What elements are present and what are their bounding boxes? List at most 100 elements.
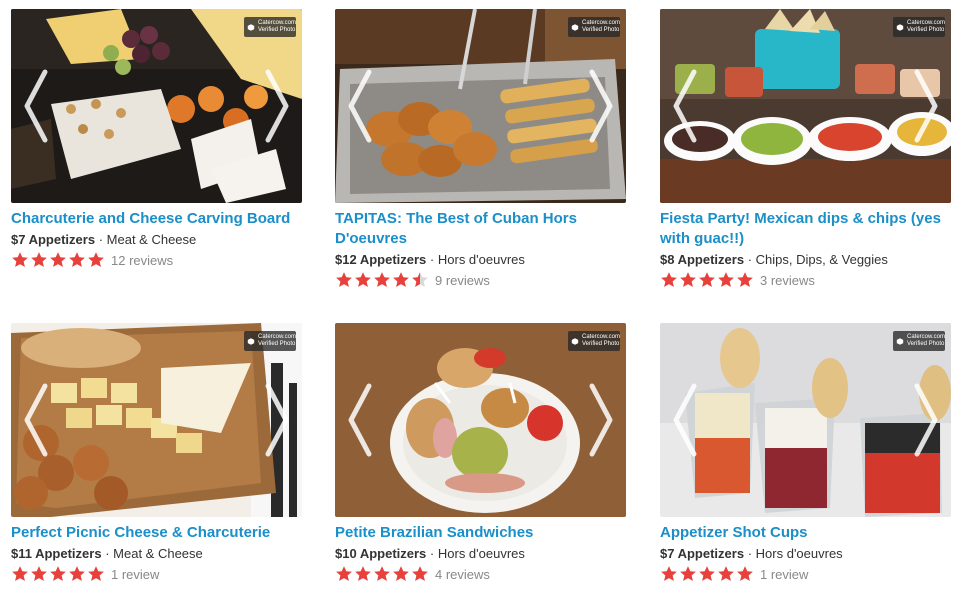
mini-sandwiches-photo[interactable]: Catercow.com Verified Photo xyxy=(335,323,626,517)
star-full-icon xyxy=(69,566,85,581)
carousel-prev-button[interactable] xyxy=(666,66,706,146)
chevron-right-icon xyxy=(914,383,938,457)
review-count-link[interactable]: 4 reviews xyxy=(435,567,490,582)
star-full-icon xyxy=(680,272,696,287)
verified-photo-badge: Catercow.com Verified Photo xyxy=(244,331,296,351)
catercow-logo-icon xyxy=(571,23,579,31)
star-rating xyxy=(335,565,429,583)
review-count-link[interactable]: 3 reviews xyxy=(760,273,815,288)
star-full-icon xyxy=(393,272,409,287)
star-rating xyxy=(660,565,754,583)
listing-title-link[interactable]: TAPITAS: The Best of Cuban Hors D'oeuvres xyxy=(335,209,627,249)
star-half-icon xyxy=(412,272,428,287)
badge-line1: Catercow.com xyxy=(906,20,945,26)
title-line1: Charcuterie and Cheese Carving Board xyxy=(11,210,291,227)
listing-card[interactable]: Catercow.com Verified Photo Charcuterie a… xyxy=(11,9,303,270)
title-line1: Petite Brazilian Sandwiches xyxy=(335,524,534,541)
chevron-left-icon xyxy=(348,69,372,143)
carousel-next-button[interactable] xyxy=(580,66,620,146)
title-line1: Fiesta Party! Mexican dips & chips (yes xyxy=(660,210,941,227)
cheese-board-photo[interactable]: Catercow.com Verified Photo xyxy=(11,9,302,203)
star-full-icon xyxy=(31,252,47,267)
star-full-icon xyxy=(680,566,696,581)
listing-meta: $7 Appetizers · Meat & Cheese xyxy=(11,230,303,249)
listing-category: Hors d'oeuvres xyxy=(437,252,525,267)
listing-price: $7 Appetizers xyxy=(11,232,96,247)
listing-card[interactable]: Catercow.com Verified Photo Perfect Picni… xyxy=(11,323,303,584)
dips-and-chips-photo[interactable]: Catercow.com Verified Photo xyxy=(660,9,951,203)
listing-card[interactable]: Catercow.com Verified Photo Fiesta Party!… xyxy=(660,9,952,290)
star-full-icon xyxy=(88,566,104,581)
star-full-icon xyxy=(355,566,371,581)
listing-category: Hors d'oeuvres xyxy=(755,546,843,561)
listing-card[interactable]: Catercow.com Verified Photo Petite Brazil… xyxy=(335,323,627,584)
carousel-next-button[interactable] xyxy=(580,380,620,460)
title-line2: D'oeuvres xyxy=(335,230,407,247)
chevron-right-icon xyxy=(265,383,289,457)
star-full-icon xyxy=(412,566,428,581)
star-full-icon xyxy=(336,272,352,287)
listing-category: Chips, Dips, & Veggies xyxy=(755,252,888,267)
empanada-tray-photo[interactable]: Catercow.com Verified Photo xyxy=(335,9,626,203)
listing-price: $11 Appetizers xyxy=(11,546,102,561)
badge-line2: Verified Photo xyxy=(906,27,945,33)
star-full-icon xyxy=(718,272,734,287)
meta-separator: · xyxy=(429,252,435,267)
star-full-icon xyxy=(50,252,66,267)
star-full-icon xyxy=(737,272,753,287)
carousel-next-button[interactable] xyxy=(256,380,296,460)
carousel-next-button[interactable] xyxy=(256,66,296,146)
listing-grid: Catercow.com Verified Photo Charcuterie a… xyxy=(0,0,963,592)
verified-photo-badge: Catercow.com Verified Photo xyxy=(893,331,945,351)
picnic-cheese-photo[interactable]: Catercow.com Verified Photo xyxy=(11,323,302,517)
listing-card[interactable]: Catercow.com Verified Photo TAPITAS: The … xyxy=(335,9,627,290)
meta-separator: · xyxy=(747,546,753,561)
listing-title-link[interactable]: Charcuterie and Cheese Carving Board xyxy=(11,209,303,229)
title-line1: Appetizer Shot Cups xyxy=(660,524,808,541)
review-count-link[interactable]: 1 review xyxy=(760,567,808,582)
meta-separator: · xyxy=(747,252,753,267)
star-rating xyxy=(11,251,105,269)
star-full-icon xyxy=(12,252,28,267)
verified-photo-badge: Catercow.com Verified Photo xyxy=(568,331,620,351)
carousel-prev-button[interactable] xyxy=(17,66,57,146)
badge-line1: Catercow.com xyxy=(257,334,296,340)
catercow-logo-icon xyxy=(896,23,904,31)
chevron-left-icon xyxy=(673,383,697,457)
badge-line2: Verified Photo xyxy=(906,341,945,347)
carousel-next-button[interactable] xyxy=(905,380,945,460)
review-count-link[interactable]: 1 review xyxy=(111,567,159,582)
listing-title-link[interactable]: Appetizer Shot Cups xyxy=(660,523,952,543)
review-count-link[interactable]: 12 reviews xyxy=(111,253,173,268)
star-rating xyxy=(660,271,754,289)
star-full-icon xyxy=(661,566,677,581)
meta-separator: · xyxy=(105,546,110,561)
carousel-prev-button[interactable] xyxy=(666,380,706,460)
chevron-left-icon xyxy=(24,383,48,457)
carousel-next-button[interactable] xyxy=(905,66,945,146)
listing-title-link[interactable]: Perfect Picnic Cheese & Charcuterie xyxy=(11,523,303,543)
listing-title-link[interactable]: Petite Brazilian Sandwiches xyxy=(335,523,627,543)
listing-card[interactable]: Catercow.com Verified Photo Appetizer Sho… xyxy=(660,323,952,584)
listing-meta: $7 Appetizers · Hors d'oeuvres xyxy=(660,544,952,563)
listing-title-link[interactable]: Fiesta Party! Mexican dips & chips (yes w… xyxy=(660,209,952,249)
listing-meta: $8 Appetizers · Chips, Dips, & Veggies xyxy=(660,250,952,269)
verified-photo-badge: Catercow.com Verified Photo xyxy=(893,17,945,37)
star-rating xyxy=(11,565,105,583)
star-full-icon xyxy=(50,566,66,581)
star-full-icon xyxy=(374,272,390,287)
listing-price: $8 Appetizers xyxy=(660,252,745,267)
carousel-prev-button[interactable] xyxy=(341,66,381,146)
badge-line2: Verified Photo xyxy=(581,341,620,347)
chevron-left-icon xyxy=(348,383,372,457)
chevron-left-icon xyxy=(24,69,48,143)
carousel-prev-button[interactable] xyxy=(341,380,381,460)
verified-photo-badge: Catercow.com Verified Photo xyxy=(244,17,296,37)
carousel-prev-button[interactable] xyxy=(17,380,57,460)
review-count-link[interactable]: 9 reviews xyxy=(435,273,490,288)
star-full-icon xyxy=(699,272,715,287)
badge-line1: Catercow.com xyxy=(906,334,945,340)
shot-cups-photo[interactable]: Catercow.com Verified Photo xyxy=(660,323,951,517)
listing-price: $10 Appetizers xyxy=(335,546,427,561)
listing-meta: $12 Appetizers · Hors d'oeuvres xyxy=(335,250,627,269)
